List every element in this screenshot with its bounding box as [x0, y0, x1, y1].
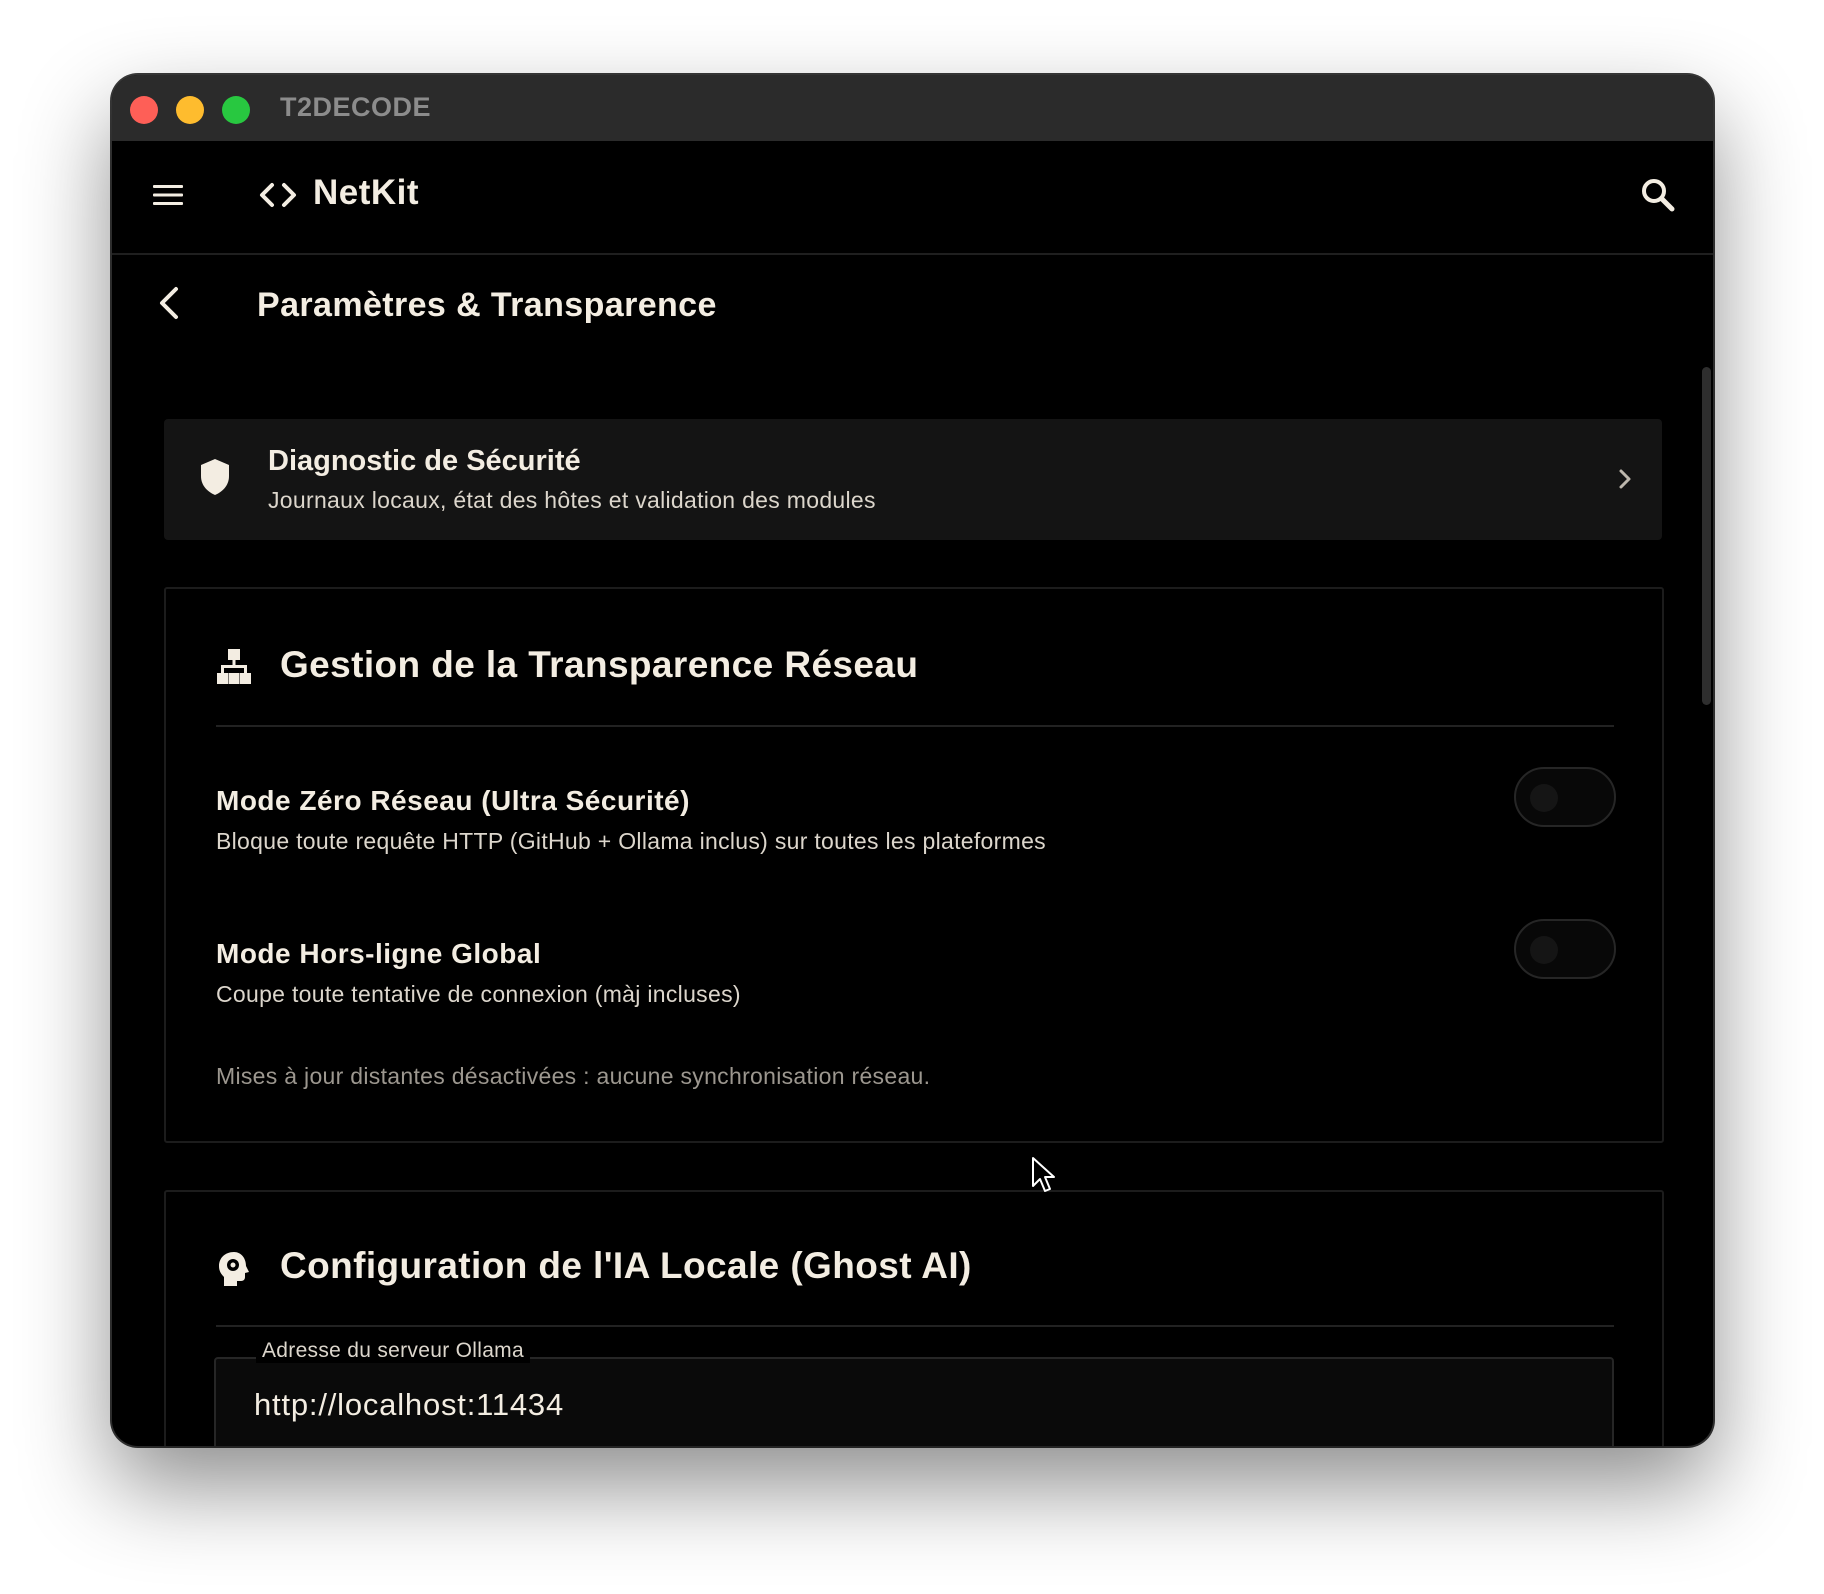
chevron-right-icon: [1619, 469, 1631, 489]
shield-icon: [201, 459, 229, 495]
window-title: T2DECODE: [280, 92, 432, 122]
page-header: Paramètres & Transparence: [112, 255, 1713, 355]
toggle-knob: [1530, 784, 1558, 812]
zero-network-mode-title: Mode Zéro Réseau (Ultra Sécurité): [216, 785, 690, 816]
section-divider: [216, 725, 1614, 727]
network-transparency-section: Gestion de la Transparence Réseau Mode Z…: [164, 587, 1664, 1143]
maximize-window-button[interactable]: [222, 96, 250, 124]
head-gear-icon: [219, 1252, 249, 1286]
ai-section-title: Configuration de l'IA Locale (Ghost AI): [280, 1245, 972, 1286]
local-ai-config-section: Configuration de l'IA Locale (Ghost AI) …: [164, 1190, 1664, 1446]
section-divider: [216, 1325, 1614, 1327]
zero-network-mode-toggle[interactable]: [1514, 767, 1616, 827]
chevron-left-icon[interactable]: [150, 283, 190, 323]
toggle-knob: [1530, 936, 1558, 964]
minimize-window-button[interactable]: [176, 96, 204, 124]
diagnostic-subtitle: Journaux locaux, état des hôtes et valid…: [268, 487, 876, 513]
mouse-pointer-icon: [1032, 1157, 1055, 1192]
app-window: T2DECODE NetKit Paramètres & Transparenc…: [112, 75, 1713, 1446]
offline-mode-toggle[interactable]: [1514, 919, 1616, 979]
title-bar: T2DECODE: [112, 75, 1713, 141]
offline-mode-description: Coupe toute tentative de connexion (màj …: [216, 981, 741, 1007]
ollama-server-label: Adresse du serveur Ollama: [256, 1339, 530, 1363]
ollama-server-field[interactable]: [214, 1357, 1614, 1446]
search-icon[interactable]: [1636, 173, 1680, 217]
offline-mode-title: Mode Hors-ligne Global: [216, 938, 542, 969]
page-title: Paramètres & Transparence: [257, 286, 717, 324]
ollama-server-input[interactable]: [254, 1387, 1554, 1423]
app-name: NetKit: [313, 173, 420, 212]
security-diagnostic-card[interactable]: Diagnostic de Sécurité Journaux locaux, …: [164, 419, 1662, 540]
hamburger-menu-icon[interactable]: [150, 177, 186, 213]
close-window-button[interactable]: [130, 96, 158, 124]
network-hierarchy-icon: [217, 649, 251, 684]
app-bar: NetKit: [112, 141, 1713, 255]
network-section-title: Gestion de la Transparence Réseau: [280, 644, 919, 685]
diagnostic-title: Diagnostic de Sécurité: [268, 445, 581, 477]
zero-network-mode-description: Bloque toute requête HTTP (GitHub + Olla…: [216, 828, 1046, 854]
scrollbar-thumb[interactable]: [1702, 367, 1711, 705]
code-brackets-icon: [260, 183, 296, 207]
remote-updates-note: Mises à jour distantes désactivées : auc…: [216, 1063, 931, 1089]
